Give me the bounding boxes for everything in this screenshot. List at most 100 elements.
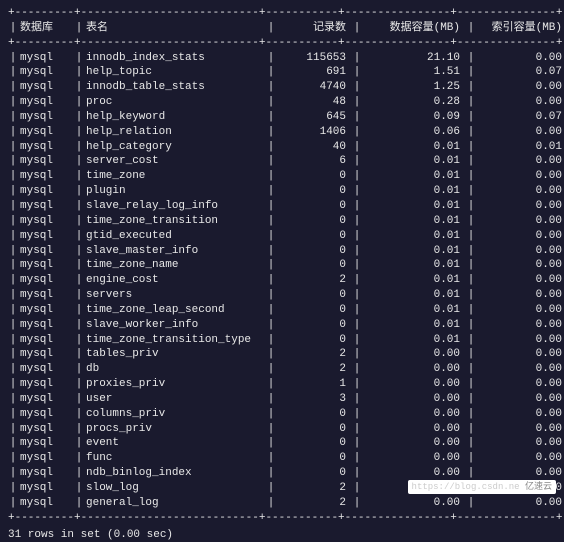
- cell-table: time_zone_name: [84, 258, 266, 273]
- pipe: |: [466, 140, 476, 155]
- cell-records: 0: [276, 229, 352, 244]
- cell-index-mb: 0.00: [476, 229, 564, 244]
- cell-data-mb: 0.00: [362, 407, 466, 422]
- pipe: |: [466, 407, 476, 422]
- pipe: |: [74, 51, 84, 66]
- pipe: |: [352, 407, 362, 422]
- cell-index-mb: 0.00: [476, 422, 564, 437]
- cell-database: mysql: [18, 333, 74, 348]
- pipe: |: [266, 288, 276, 303]
- cell-database: mysql: [18, 51, 74, 66]
- cell-records: 0: [276, 436, 352, 451]
- watermark-url: https://blog.csdn.ne: [412, 482, 520, 492]
- pipe: |: [8, 333, 18, 348]
- pipe: |: [266, 392, 276, 407]
- pipe: |: [352, 481, 362, 496]
- pipe: |: [8, 436, 18, 451]
- cell-table: proxies_priv: [84, 377, 266, 392]
- cell-table: ndb_binlog_index: [84, 466, 266, 481]
- cell-data-mb: 0.01: [362, 140, 466, 155]
- pipe: |: [8, 392, 18, 407]
- pipe: |: [266, 318, 276, 333]
- pipe: |: [266, 169, 276, 184]
- pipe: |: [266, 451, 276, 466]
- pipe: |: [352, 347, 362, 362]
- pipe: |: [266, 303, 276, 318]
- cell-database: mysql: [18, 214, 74, 229]
- row-count-footer: 31 rows in set (0.00 sec): [8, 528, 556, 542]
- pipe: |: [266, 258, 276, 273]
- cell-index-mb: 0.00: [476, 333, 564, 348]
- cell-index-mb: 0.00: [476, 95, 564, 110]
- table-row: |mysql|time_zone|0|0.01|0.00|: [8, 169, 564, 184]
- watermark-brand: 亿速云: [525, 482, 552, 492]
- pipe: |: [74, 333, 84, 348]
- cell-table: engine_cost: [84, 273, 266, 288]
- pipe: |: [8, 65, 18, 80]
- pipe: |: [266, 333, 276, 348]
- cell-data-mb: 0.01: [362, 169, 466, 184]
- cell-database: mysql: [18, 288, 74, 303]
- cell-database: mysql: [18, 436, 74, 451]
- watermark: https://blog.csdn.ne 亿速云: [408, 480, 556, 494]
- cell-index-mb: 0.00: [476, 125, 564, 140]
- cell-data-mb: 0.00: [362, 451, 466, 466]
- cell-data-mb: 0.01: [362, 244, 466, 259]
- cell-data-mb: 0.00: [362, 436, 466, 451]
- pipe: |: [74, 110, 84, 125]
- pipe: |: [266, 199, 276, 214]
- pipe: |: [466, 288, 476, 303]
- cell-records: 0: [276, 258, 352, 273]
- pipe: |: [466, 110, 476, 125]
- pipe: |: [466, 451, 476, 466]
- cell-database: mysql: [18, 377, 74, 392]
- pipe: |: [266, 466, 276, 481]
- cell-index-mb: 0.00: [476, 288, 564, 303]
- pipe: |: [74, 214, 84, 229]
- pipe: |: [352, 95, 362, 110]
- pipe: |: [74, 65, 84, 80]
- pipe: |: [352, 229, 362, 244]
- pipe: |: [74, 95, 84, 110]
- pipe: |: [74, 496, 84, 511]
- pipe: |: [74, 481, 84, 496]
- pipe: |: [8, 229, 18, 244]
- pipe: |: [74, 80, 84, 95]
- cell-data-mb: 1.51: [362, 65, 466, 80]
- cell-table: plugin: [84, 184, 266, 199]
- pipe: |: [352, 377, 362, 392]
- cell-data-mb: 0.01: [362, 199, 466, 214]
- cell-index-mb: 0.00: [476, 466, 564, 481]
- pipe: |: [266, 377, 276, 392]
- header-row: | 数据库 | 表名 | 记录数 | 数据容量(MB) | 索引容量(MB) |: [8, 21, 564, 36]
- cell-index-mb: 0.00: [476, 273, 564, 288]
- pipe: |: [266, 184, 276, 199]
- cell-data-mb: 0.01: [362, 258, 466, 273]
- pipe: |: [8, 169, 18, 184]
- pipe: |: [266, 481, 276, 496]
- cell-database: mysql: [18, 154, 74, 169]
- pipe: |: [8, 95, 18, 110]
- cell-records: 2: [276, 347, 352, 362]
- cell-table: server_cost: [84, 154, 266, 169]
- cell-table: innodb_index_stats: [84, 51, 266, 66]
- pipe: |: [266, 347, 276, 362]
- cell-data-mb: 0.01: [362, 288, 466, 303]
- cell-records: 0: [276, 303, 352, 318]
- cell-data-mb: 0.09: [362, 110, 466, 125]
- cell-index-mb: 0.00: [476, 407, 564, 422]
- pipe: |: [352, 436, 362, 451]
- pipe: |: [8, 154, 18, 169]
- pipe: |: [466, 244, 476, 259]
- pipe: |: [466, 318, 476, 333]
- cell-table: columns_priv: [84, 407, 266, 422]
- cell-data-mb: 0.01: [362, 273, 466, 288]
- border-mid: +---------+---------------------------+-…: [8, 36, 556, 51]
- cell-table: proc: [84, 95, 266, 110]
- col-database: 数据库: [18, 21, 74, 36]
- pipe: |: [466, 466, 476, 481]
- table-row: |mysql|help_topic|691|1.51|0.07|: [8, 65, 564, 80]
- pipe: |: [266, 80, 276, 95]
- cell-database: mysql: [18, 258, 74, 273]
- table-row: |mysql|event|0|0.00|0.00|: [8, 436, 564, 451]
